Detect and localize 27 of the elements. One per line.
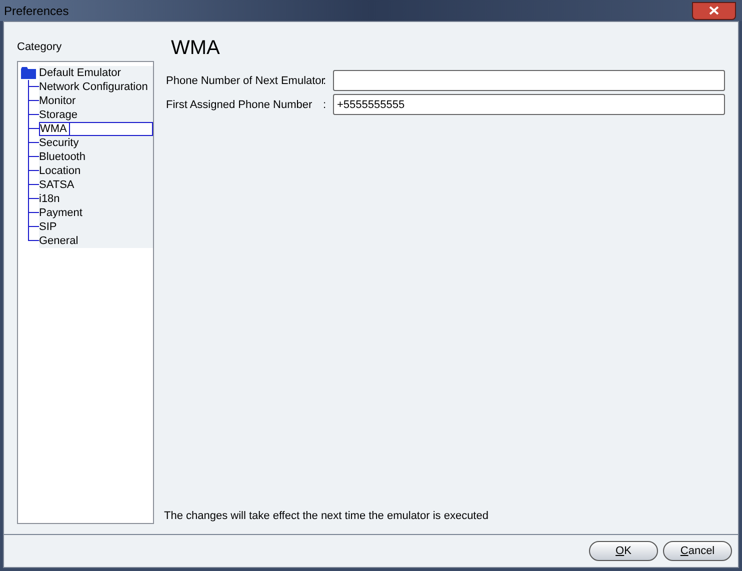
tree-item[interactable]: i18n [39, 192, 153, 206]
tree-item[interactable]: Default Emulator [39, 66, 153, 80]
tree-item[interactable]: Monitor [39, 94, 153, 108]
close-icon [709, 6, 719, 15]
dialog-button[interactable]: Cancel [663, 541, 732, 561]
panel-title: WMA [171, 36, 221, 60]
tree-item[interactable]: SATSA [39, 178, 153, 192]
tree-item[interactable]: WMA [39, 122, 153, 136]
field-label: First Assigned Phone Number [166, 98, 314, 112]
info-text: The changes will take effect the next time the emulator is executed [164, 508, 490, 524]
window-title: Preferences [4, 2, 69, 20]
input-field[interactable] [333, 70, 725, 91]
category-label: Category [17, 40, 63, 55]
dialog-button[interactable]: OK [589, 541, 658, 561]
tree-item[interactable]: Payment [39, 206, 153, 220]
folder-icon [21, 66, 36, 78]
tree-item[interactable]: General [39, 234, 153, 248]
input-field[interactable]: +5555555555 [333, 94, 725, 115]
field-label: Phone Number of Next Emulator [166, 74, 323, 88]
tree-item[interactable]: Bluetooth [39, 150, 153, 164]
tree-item[interactable]: SIP [39, 220, 153, 234]
field-colon: : [323, 98, 328, 112]
close-button[interactable] [692, 2, 736, 20]
tree-item[interactable]: Location [39, 164, 153, 178]
tree-item[interactable]: Network Configuration [39, 80, 153, 94]
tree-item[interactable]: Storage [39, 108, 153, 122]
tree-item[interactable]: Security [39, 136, 153, 150]
